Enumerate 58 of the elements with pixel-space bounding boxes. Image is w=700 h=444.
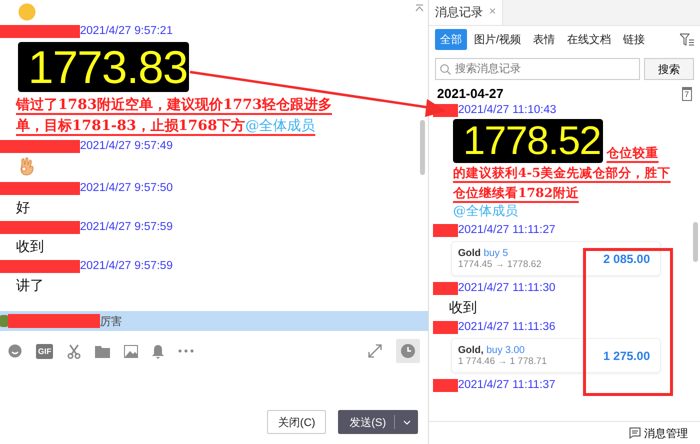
scissors-icon[interactable] — [67, 344, 82, 358]
filter-tab[interactable]: 全部 — [435, 29, 467, 50]
filter-tab[interactable]: 链接 — [618, 29, 650, 50]
gif-button[interactable]: GIF — [36, 344, 54, 358]
filter-tab[interactable]: 图片/视频 — [469, 29, 526, 50]
message-time: 2021/4/27 9:57:49 — [80, 140, 173, 152]
trade-card: Gold buy 5 1774.45 → 1778.62 2 085.00 — [451, 241, 661, 276]
redaction-mark — [433, 224, 458, 236]
filter-tab[interactable]: 表情 — [528, 29, 560, 50]
message-manager-button[interactable]: 消息管理 — [429, 421, 700, 444]
annotation-text: 仓位较重 — [606, 144, 659, 162]
message-icon — [629, 427, 641, 439]
filter-icon[interactable] — [680, 33, 694, 46]
price-display: 1778.52 — [453, 119, 603, 163]
search-button[interactable]: 搜索 — [644, 58, 694, 80]
message-time: 2021/4/27 11:11:36 — [458, 321, 556, 333]
message-time: 2021/4/27 11:11:37 — [458, 379, 556, 391]
message-text: 好 — [15, 198, 30, 217]
date-heading: 2021-04-27 — [437, 86, 504, 101]
scrollbar[interactable] — [420, 120, 425, 175]
collapse-icon[interactable] — [415, 4, 424, 12]
send-button[interactable]: 发送(S) — [338, 410, 418, 434]
close-button[interactable]: 关闭(C) — [267, 410, 326, 434]
history-tab[interactable]: 消息记录 × — [429, 0, 504, 25]
folder-icon[interactable] — [95, 344, 110, 358]
emoji-icon[interactable] — [8, 344, 22, 358]
annotation-text: 的建议获利4-5美金先减仓部分，胜下仓位继续看1782附近 — [453, 164, 672, 202]
redaction-mark — [433, 378, 458, 392]
message-time: 2021/4/27 11:10:43 — [458, 104, 556, 116]
price-display: 1773.83 — [18, 42, 190, 92]
mention-text: @全体成员 — [452, 203, 518, 221]
scrollbar[interactable] — [693, 222, 698, 262]
redaction-mark — [433, 320, 458, 334]
clock-icon — [401, 344, 415, 358]
message-text: 收到 — [448, 298, 477, 317]
expand-icon[interactable] — [368, 344, 382, 358]
bell-icon[interactable] — [152, 344, 164, 358]
message-time: 2021/4/27 9:57:59 — [80, 260, 173, 272]
history-button[interactable] — [396, 339, 420, 363]
filter-tab[interactable]: 在线文档 — [562, 29, 616, 50]
message-time: 2021/4/27 9:57:21 — [80, 25, 173, 37]
more-icon[interactable] — [178, 349, 194, 353]
new-message-bar[interactable]: 厉害 — [0, 311, 428, 331]
message-time: 2021/4/27 9:57:59 — [80, 221, 173, 233]
message-text: 收到 — [15, 237, 44, 256]
message-time: 2021/4/27 11:11:27 — [458, 224, 556, 236]
image-icon[interactable] — [124, 344, 138, 358]
redaction-mark — [433, 282, 458, 294]
emoji-icon — [18, 2, 36, 22]
message-time: 2021/4/27 9:57:50 — [80, 182, 173, 194]
ok-hand-icon — [18, 157, 36, 177]
caret-icon[interactable] — [403, 420, 411, 424]
annotation-text: 错过了1783附近空单，建议现价1773轻仓跟进多单，目标1781-83，止损1768下方@全体成员 — [16, 96, 333, 136]
calendar-button[interactable]: 7 — [682, 86, 692, 100]
search-field[interactable]: 搜索消息记录 — [435, 58, 640, 80]
trade-card: Gold, buy 3.00 1 774.46 → 1 778.71 1 275.00 — [451, 338, 661, 373]
message-time: 2021/4/27 11:11:30 — [458, 282, 556, 294]
message-text: 讲了 — [15, 276, 44, 295]
